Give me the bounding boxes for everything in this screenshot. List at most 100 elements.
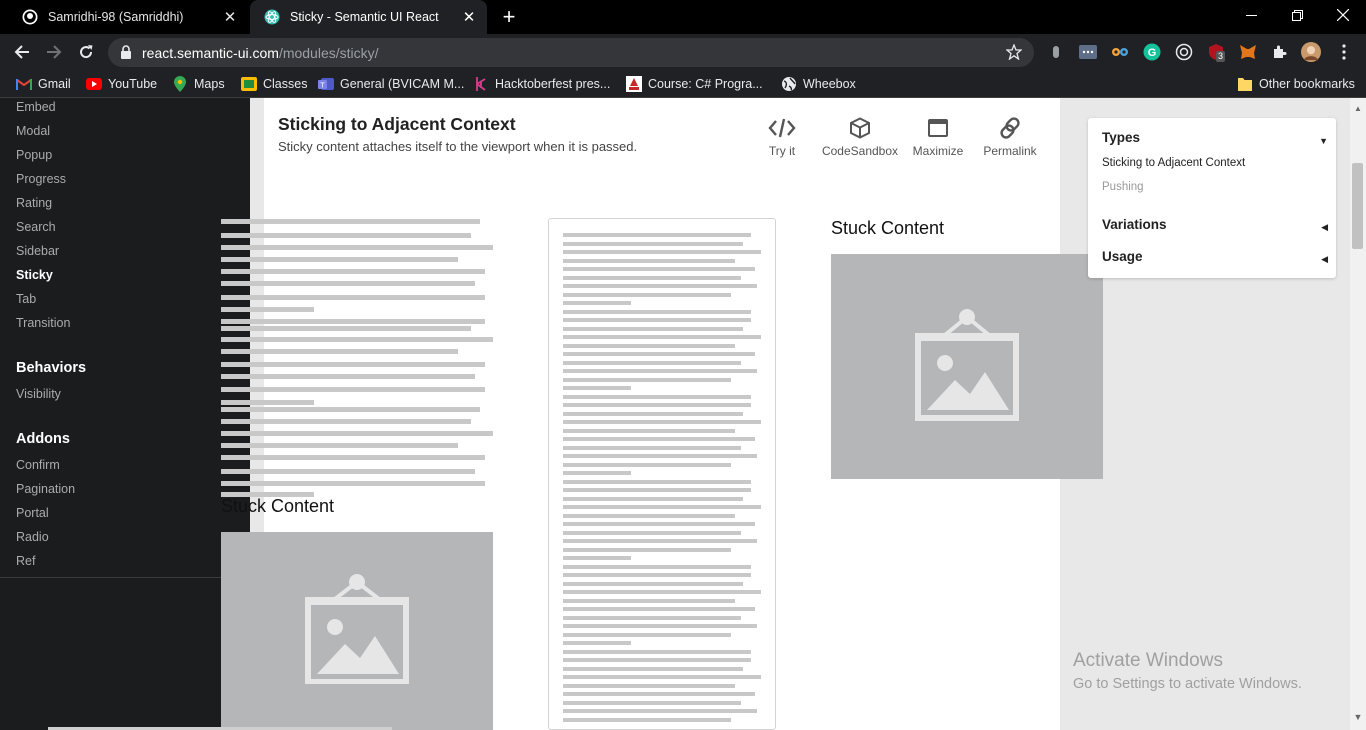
menu-heading-types[interactable]: Types <box>1102 130 1140 145</box>
avatar[interactable] <box>1301 42 1321 62</box>
placeholder-line <box>563 539 757 543</box>
bookmark-gmail[interactable]: Gmail <box>16 75 71 93</box>
bookmark-teams[interactable]: T General (BVICAM M... <box>318 75 464 93</box>
stuck-content-label: Stuck Content <box>221 496 335 516</box>
menu-item-pushing[interactable]: Pushing <box>1102 181 1144 193</box>
codesandbox-button[interactable]: CodeSandbox <box>820 114 900 158</box>
sidebar-item-search[interactable]: Search <box>16 220 56 234</box>
permalink-button[interactable]: Permalink <box>970 114 1050 158</box>
placeholder-line <box>563 709 757 713</box>
classes-icon <box>241 76 257 92</box>
placeholder-line <box>563 641 631 645</box>
maximize-icon <box>927 114 949 142</box>
sidebar-item-rating[interactable]: Rating <box>16 196 52 210</box>
sidebar-heading-addons: Addons <box>16 431 70 447</box>
code-icon <box>768 114 796 142</box>
restore-window-icon[interactable] <box>1274 0 1320 30</box>
close-tab-icon[interactable]: ✕ <box>461 9 477 26</box>
url-text: react.semantic-ui.com/modules/sticky/ <box>142 45 379 61</box>
sidebar-item-sidebar[interactable]: Sidebar <box>16 244 59 258</box>
caret-left-icon[interactable]: ◀ <box>1321 222 1328 233</box>
placeholder-line <box>563 318 751 322</box>
placeholder-line <box>563 454 757 458</box>
menu-item-adjacent-context[interactable]: Sticking to Adjacent Context <box>1102 157 1245 169</box>
metamask-icon[interactable] <box>1238 42 1258 62</box>
maximize-button[interactable]: Maximize <box>898 114 978 158</box>
extension-icon[interactable] <box>1174 42 1194 62</box>
sidebar-heading-behaviors: Behaviors <box>16 360 87 376</box>
placeholder-line <box>563 700 741 705</box>
lock-icon <box>120 45 132 64</box>
placeholder-line <box>563 343 735 348</box>
placeholder-line <box>563 437 755 441</box>
minimize-window-icon[interactable] <box>1228 0 1274 30</box>
caret-left-icon[interactable]: ◀ <box>1321 254 1328 265</box>
sidebar-item-visibility[interactable]: Visibility <box>16 387 61 401</box>
scroll-up-icon[interactable]: ▲ <box>1354 104 1362 113</box>
placeholder-line <box>563 403 751 407</box>
scroll-down-icon[interactable]: ▼ <box>1350 712 1366 726</box>
address-bar[interactable]: react.semantic-ui.com/modules/sticky/ <box>108 38 1034 67</box>
placeholder-line <box>563 547 731 552</box>
youtube-icon <box>86 76 102 92</box>
ublock-icon[interactable]: 3 <box>1206 42 1226 62</box>
sidebar-item-popup[interactable]: Popup <box>16 148 52 162</box>
placeholder-line <box>563 369 757 373</box>
bookmark-maps[interactable]: Maps <box>172 75 225 93</box>
try-it-button[interactable]: Try it <box>742 114 822 158</box>
sidebar-item-tab[interactable]: Tab <box>16 292 36 306</box>
sidebar-item-portal[interactable]: Portal <box>16 506 49 520</box>
placeholder-line <box>563 479 751 484</box>
forward-icon[interactable] <box>42 40 66 64</box>
sidebar-item-embed[interactable]: Embed <box>16 100 56 114</box>
bookmark-hacktoberfest[interactable]: Hacktoberfest pres... <box>473 75 610 93</box>
bookmark-classes[interactable]: Classes <box>241 75 307 93</box>
extension-badge: 3 <box>1216 51 1226 62</box>
sidebar-item-confirm[interactable]: Confirm <box>16 458 60 472</box>
scrollbar-thumb[interactable] <box>1352 163 1363 249</box>
sidebar-item-pagination[interactable]: Pagination <box>16 482 75 496</box>
placeholder-line <box>563 675 761 679</box>
bookmark-youtube[interactable]: YouTube <box>86 75 157 93</box>
extension-icon[interactable] <box>1110 42 1130 62</box>
placeholder-line <box>563 326 743 331</box>
sidebar-item-radio[interactable]: Radio <box>16 530 49 544</box>
reload-icon[interactable] <box>74 40 98 64</box>
extensions-puzzle-icon[interactable] <box>1270 42 1290 62</box>
grammarly-icon[interactable]: G <box>1142 42 1162 62</box>
bookmark-star-icon[interactable] <box>1005 43 1023 65</box>
sidebar-item-transition[interactable]: Transition <box>16 316 70 330</box>
activate-windows-subtitle: Go to Settings to activate Windows. <box>1073 676 1302 692</box>
placeholder-line <box>563 471 631 475</box>
activate-windows-title: Activate Windows <box>1073 650 1223 671</box>
placeholder-line <box>563 496 743 501</box>
placeholder-line <box>563 335 761 339</box>
bookmark-wheebox[interactable]: Wheebox <box>781 75 856 93</box>
tab-sticky[interactable]: Sticky - Semantic UI React ✕ <box>250 0 487 34</box>
new-tab-button[interactable]: + <box>497 5 521 29</box>
close-window-icon[interactable] <box>1320 0 1366 30</box>
placeholder-line <box>563 564 751 569</box>
extension-icon[interactable] <box>1078 42 1098 62</box>
placeholder-line <box>563 250 761 254</box>
placeholder-line <box>563 301 631 305</box>
bookmark-course[interactable]: Course: C# Progra... <box>626 75 763 93</box>
placeholder-line <box>563 284 757 288</box>
back-icon[interactable] <box>10 40 34 64</box>
sidebar-item-modal[interactable]: Modal <box>16 124 50 138</box>
sidebar-item-ref[interactable]: Ref <box>16 554 35 568</box>
menu-heading-usage[interactable]: Usage <box>1102 249 1143 264</box>
extension-icon[interactable] <box>1046 42 1066 62</box>
sidebar-item-sticky[interactable]: Sticky <box>16 268 53 282</box>
placeholder-line <box>563 377 731 382</box>
caret-down-icon[interactable]: ▼ <box>1319 136 1328 146</box>
placeholder-line <box>563 624 757 628</box>
bookmark-other[interactable]: Other bookmarks <box>1237 75 1355 93</box>
kebab-menu-icon[interactable] <box>1334 42 1354 62</box>
image-icon <box>303 573 411 689</box>
menu-heading-variations[interactable]: Variations <box>1102 217 1167 232</box>
close-tab-icon[interactable]: ✕ <box>222 9 238 26</box>
teams-icon: T <box>318 76 334 92</box>
sidebar-item-progress[interactable]: Progress <box>16 172 66 186</box>
tab-github[interactable]: Samridhi-98 (Samriddhi) ✕ <box>8 0 248 34</box>
